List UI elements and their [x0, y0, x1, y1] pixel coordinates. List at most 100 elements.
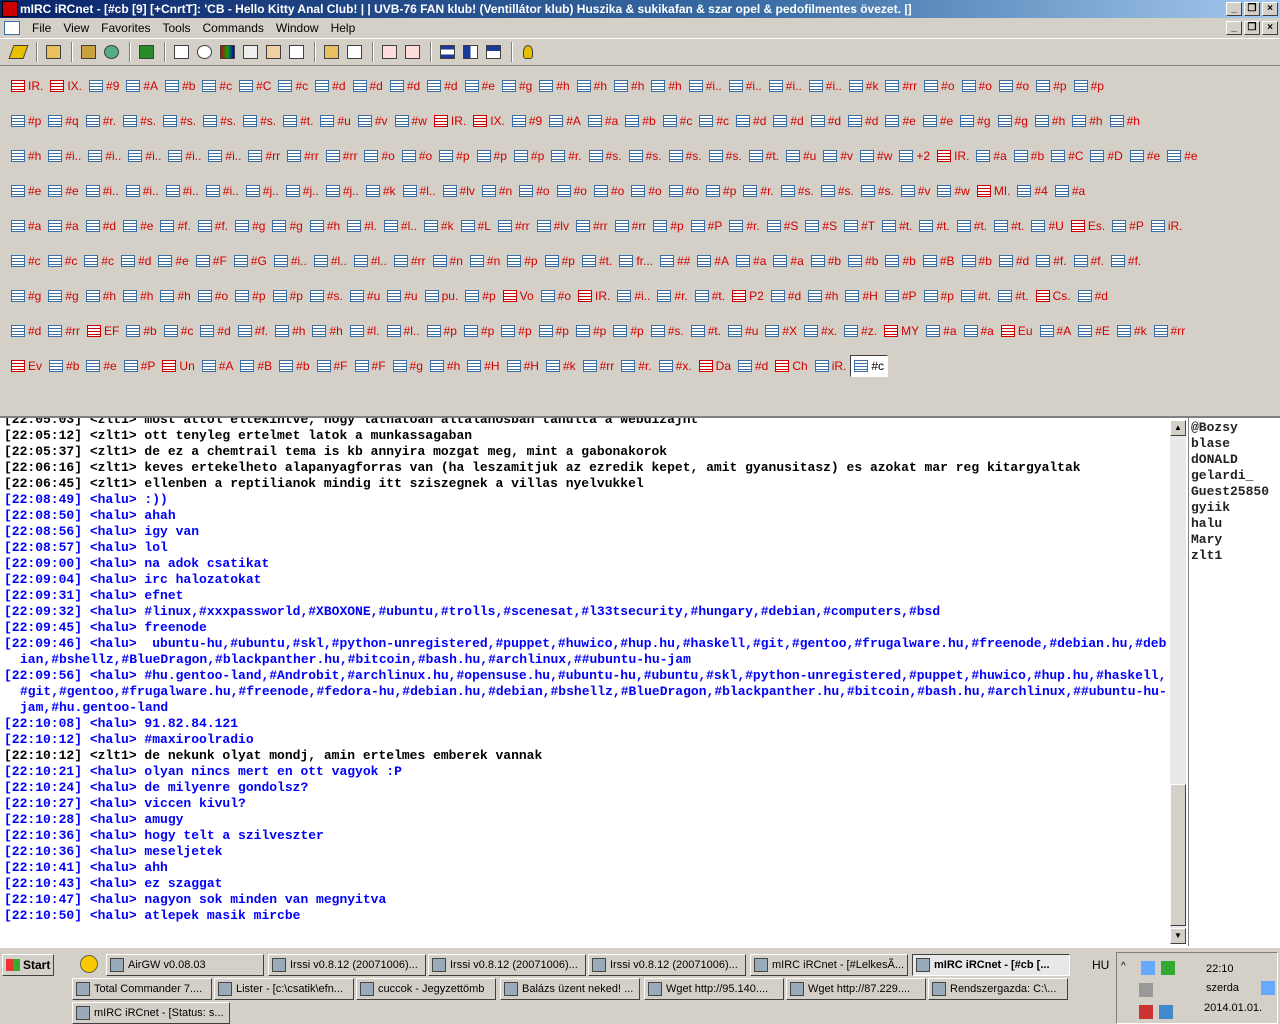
switchbar-button[interactable]: #o [996, 75, 1032, 97]
switchbar-button[interactable]: #h [536, 75, 572, 97]
colors-button[interactable] [217, 42, 237, 62]
channel-window-icon[interactable] [4, 21, 20, 35]
switchbar-button[interactable]: #e [155, 250, 191, 272]
switchbar-button[interactable]: #e [83, 355, 119, 377]
switchbar-button[interactable]: #v [355, 110, 391, 132]
switchbar-button[interactable]: #q [45, 110, 81, 132]
dcc-send-button[interactable] [240, 42, 260, 62]
switchbar-button[interactable]: #o [554, 180, 590, 202]
switchbar-button[interactable]: #t. [280, 110, 316, 132]
switchbar-button[interactable]: #i.. [806, 75, 845, 97]
switchbar-button[interactable]: #p [8, 110, 44, 132]
taskbar-button[interactable]: Wget http://87.229.... [786, 978, 926, 1000]
network-icon[interactable] [1141, 961, 1155, 975]
switchbar-button[interactable]: #p [536, 320, 572, 342]
switchbar-button[interactable]: #P [121, 355, 159, 377]
switchbar-button[interactable]: #F [193, 250, 230, 272]
taskbar-button[interactable]: Total Commander 7.... [72, 978, 212, 1000]
network-connection-icon[interactable] [1159, 1005, 1173, 1019]
switchbar-button[interactable]: #p [511, 145, 547, 167]
switchbar-button[interactable]: #d [83, 215, 119, 237]
switchbar-button[interactable]: #p [436, 145, 472, 167]
switchbar-button[interactable]: #o [195, 285, 231, 307]
switchbar-button[interactable]: #a [585, 110, 621, 132]
switchbar-button[interactable]: #s. [586, 145, 625, 167]
switchbar-button[interactable]: #G [231, 250, 270, 272]
switchbar-button[interactable]: #b [1011, 145, 1047, 167]
switchbar-button[interactable]: #f. [1108, 250, 1144, 272]
switchbar-button[interactable]: #9 [509, 110, 545, 132]
switchbar-button[interactable]: #k [363, 180, 399, 202]
switchbar-button[interactable]: #n [430, 250, 466, 272]
switchbar-button[interactable]: #p [232, 285, 268, 307]
nick-item[interactable]: halu [1191, 516, 1280, 532]
switchbar-button[interactable]: #o [591, 180, 627, 202]
switchbar-button[interactable]: #o [361, 145, 397, 167]
switchbar-button[interactable]: #i.. [614, 285, 653, 307]
switchbar-button[interactable]: #A [1037, 320, 1075, 342]
switchbar-button[interactable]: #C [1048, 145, 1086, 167]
switchbar-button[interactable]: pu. [422, 285, 462, 307]
switchbar-button[interactable]: #p [921, 285, 957, 307]
switchbar-button[interactable]: #a [770, 250, 806, 272]
switchbar-button[interactable]: #n [479, 180, 515, 202]
switchbar-button[interactable]: #S [802, 215, 840, 237]
switchbar-button[interactable]: #a [1052, 180, 1088, 202]
connect-button[interactable] [7, 42, 29, 62]
menu-window[interactable]: Window [270, 19, 325, 37]
switchbar-button[interactable]: #k [543, 355, 579, 377]
logs-button[interactable] [344, 42, 364, 62]
switchbar-button[interactable]: #t. [579, 250, 615, 272]
switchbar-button[interactable]: #c [199, 75, 235, 97]
switchbar-button[interactable]: #h [83, 285, 119, 307]
switchbar-button[interactable]: #H [464, 355, 502, 377]
switchbar-button[interactable]: #g [957, 110, 993, 132]
switchbar-button[interactable]: #A [694, 250, 732, 272]
switchbar-button[interactable]: #b [959, 250, 995, 272]
nick-item[interactable]: Guest25850 [1191, 484, 1280, 500]
switchbar-button[interactable]: #r. [618, 355, 654, 377]
switchbar-button[interactable]: #d [996, 250, 1032, 272]
nick-item[interactable]: gyiik [1191, 500, 1280, 516]
switchbar-button[interactable]: #g [8, 285, 44, 307]
switchbar-button[interactable]: #rr [495, 215, 533, 237]
scripts-editor-button[interactable] [136, 42, 156, 62]
dcc-options-button[interactable] [286, 42, 306, 62]
received-files-button[interactable] [321, 42, 341, 62]
address-book-button[interactable] [101, 42, 121, 62]
taskbar-button[interactable]: Balázs üzent neked! ... [500, 978, 640, 1000]
switchbar-button[interactable]: IX. [47, 75, 85, 97]
switchbar-button[interactable]: #a [973, 145, 1009, 167]
switchbar-button[interactable]: #h [1107, 110, 1143, 132]
switchbar-button[interactable]: #o [399, 145, 435, 167]
switchbar-button[interactable]: #d [1075, 285, 1111, 307]
switchbar-button[interactable]: Da [696, 355, 734, 377]
switchbar-button[interactable]: #x. [656, 355, 695, 377]
switchbar-button[interactable]: #A [123, 75, 161, 97]
switchbar-button[interactable]: #P [882, 285, 920, 307]
switchbar-button[interactable]: #d [845, 110, 881, 132]
switchbar-button[interactable]: #b [123, 320, 159, 342]
menu-view[interactable]: View [57, 19, 95, 37]
switchbar-button[interactable]: #r. [548, 145, 584, 167]
nick-item[interactable]: @Bozsy [1191, 420, 1280, 436]
switchbar-button[interactable]: #c [81, 250, 117, 272]
switchbar-button[interactable]: #s. [706, 145, 745, 167]
switchbar-button[interactable]: #u [725, 320, 761, 342]
switchbar-button[interactable]: #h [427, 355, 463, 377]
switchbar-button[interactable]: #c [45, 250, 81, 272]
switchbar-button[interactable]: #U [1028, 215, 1066, 237]
switchbar-button[interactable]: #p [498, 320, 534, 342]
switchbar-button[interactable]: #F [314, 355, 351, 377]
restore-button[interactable]: ❐ [1244, 2, 1260, 16]
switchbar-button[interactable]: #b [882, 250, 918, 272]
switchbar-button[interactable]: #a [45, 215, 81, 237]
taskbar-button[interactable]: Lister - [c:\csatik\efn... [214, 978, 354, 1000]
switchbar-button[interactable]: #h [307, 215, 343, 237]
switchbar-button[interactable]: #h [157, 285, 193, 307]
switchbar-button[interactable]: Ev [8, 355, 45, 377]
switchbar-button[interactable]: #l.. [381, 215, 420, 237]
mdi-close-button[interactable]: × [1262, 21, 1278, 35]
flag-icon[interactable] [1139, 1005, 1153, 1019]
volume-icon[interactable] [1139, 983, 1153, 997]
